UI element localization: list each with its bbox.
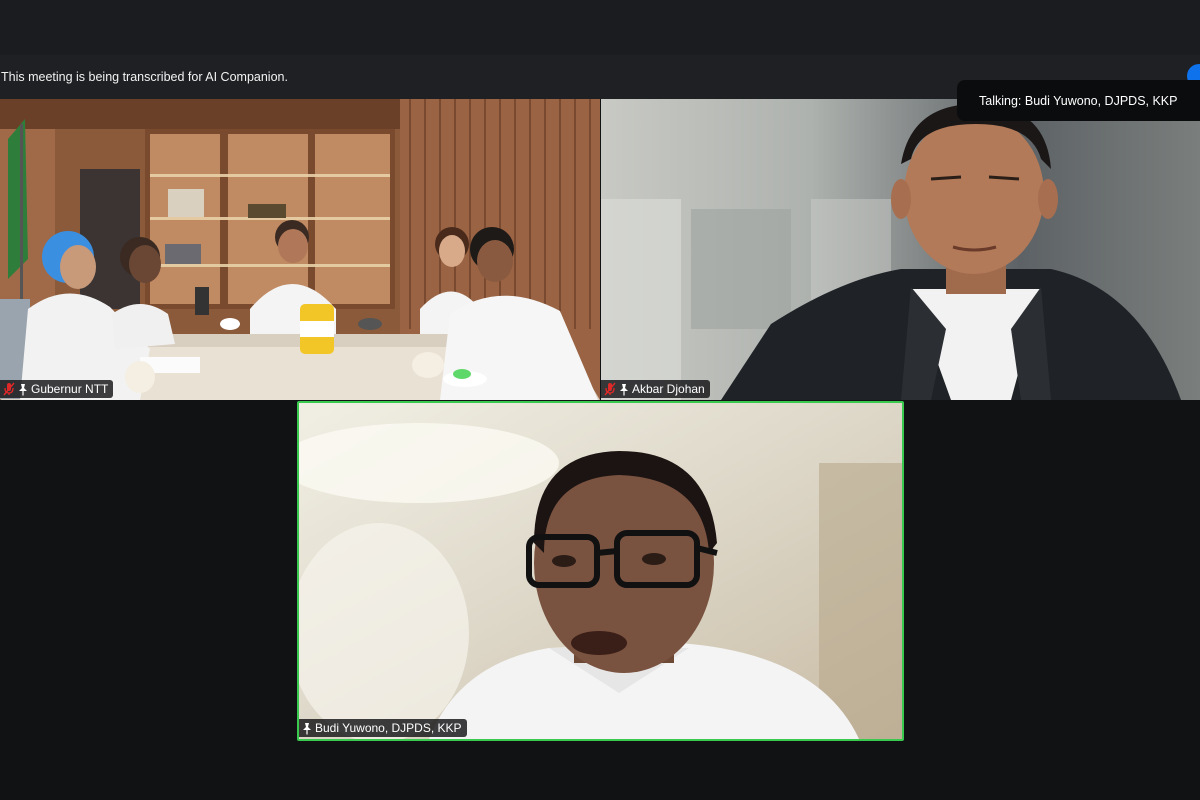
participant-name: Budi Yuwono, DJPDS, KKP xyxy=(315,721,462,735)
talking-indicator: Talking: Budi Yuwono, DJPDS, KKP xyxy=(957,80,1200,121)
participant-name: Gubernur NTT xyxy=(31,382,109,396)
pin-icon xyxy=(19,383,27,395)
transcription-banner-text: This meeting is being transcribed for AI… xyxy=(1,70,288,84)
participant-name: Akbar Djohan xyxy=(632,382,705,396)
video-feed xyxy=(299,403,902,739)
pin-icon xyxy=(303,722,311,734)
muted-mic-icon xyxy=(3,382,15,396)
video-feed xyxy=(601,99,1200,400)
pin-icon xyxy=(620,383,628,395)
video-tile-budi-yuwono[interactable]: Budi Yuwono, DJPDS, KKP xyxy=(297,401,904,741)
participant-name-label: Budi Yuwono, DJPDS, KKP xyxy=(299,719,467,737)
participant-name-label: Gubernur NTT xyxy=(0,380,114,398)
video-tile-akbar-djohan[interactable]: Akbar Djohan xyxy=(601,99,1200,400)
video-tile-gubernur-ntt[interactable]: Gubernur NTT xyxy=(0,99,600,400)
muted-mic-icon xyxy=(604,382,616,396)
meeting-top-bar xyxy=(0,0,1200,55)
video-feed xyxy=(0,99,600,400)
participant-name-label: Akbar Djohan xyxy=(601,380,710,398)
